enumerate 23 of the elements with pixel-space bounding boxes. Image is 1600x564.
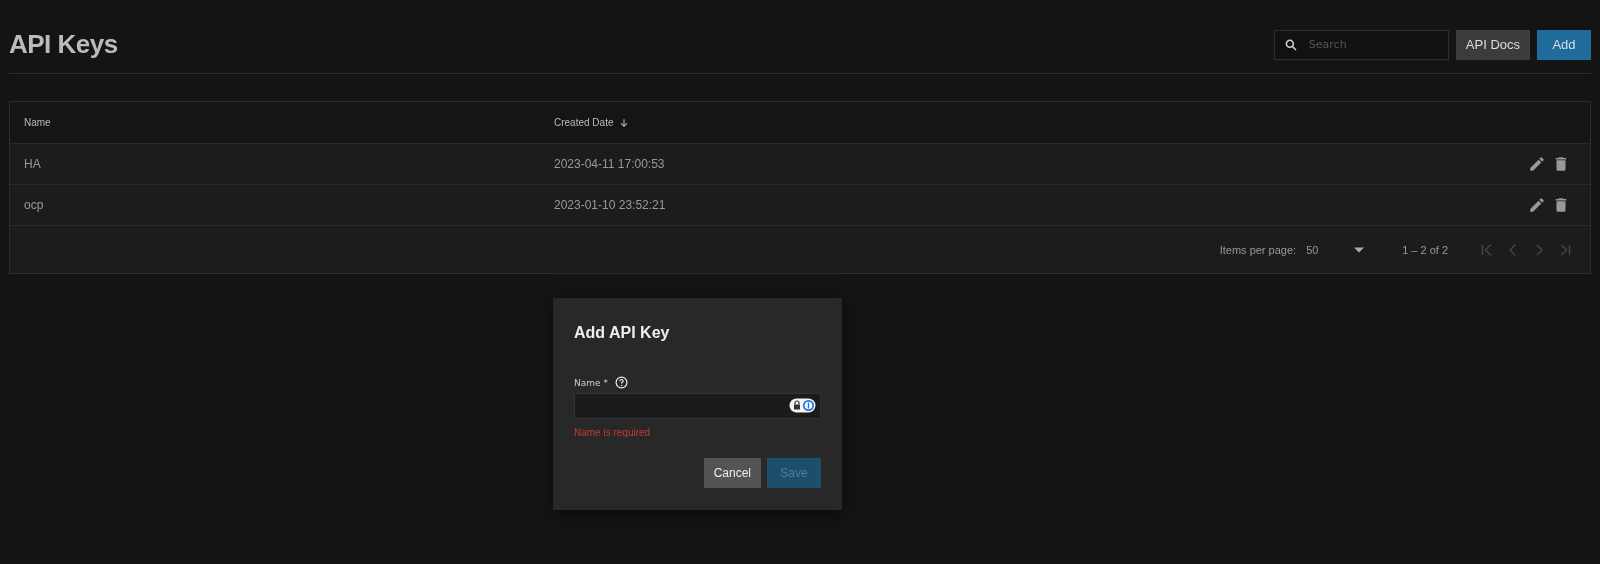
- table-cell-text: 2023-04-11 17:00:53: [553, 157, 666, 171]
- dialog-title: Add API Key: [574, 324, 671, 342]
- page-title: API Keys: [9, 29, 118, 60]
- table-cell-text: 2023-01-10 23:52:21: [553, 198, 667, 212]
- pencil-icon[interactable]: [1528, 196, 1546, 214]
- search-field[interactable]: Search: [1273, 29, 1449, 60]
- name-input-field[interactable]: [574, 393, 821, 419]
- error-message: Name is required: [574, 427, 652, 438]
- help-icon: [614, 376, 628, 389]
- page-size-select[interactable]: 50: [1306, 243, 1365, 256]
- column-header[interactable]: Name: [10, 117, 540, 128]
- table-cell-text: ocp: [23, 198, 45, 212]
- dropdown-caret-icon: [1354, 246, 1365, 253]
- column-header[interactable]: Created Date: [540, 117, 1500, 128]
- search-icon: [1283, 37, 1298, 52]
- items-per-page-label: Items per page:: [1219, 243, 1297, 256]
- field-label: Name *: [574, 377, 608, 388]
- pencil-icon[interactable]: [1528, 155, 1546, 173]
- add-button[interactable]: Add: [1537, 29, 1591, 60]
- table-cell-text: HA: [23, 157, 42, 171]
- cancel-button[interactable]: Cancel: [703, 458, 761, 488]
- docs-button[interactable]: API Docs: [1455, 29, 1530, 60]
- page-range: 1 – 2 of 2: [1402, 243, 1448, 256]
